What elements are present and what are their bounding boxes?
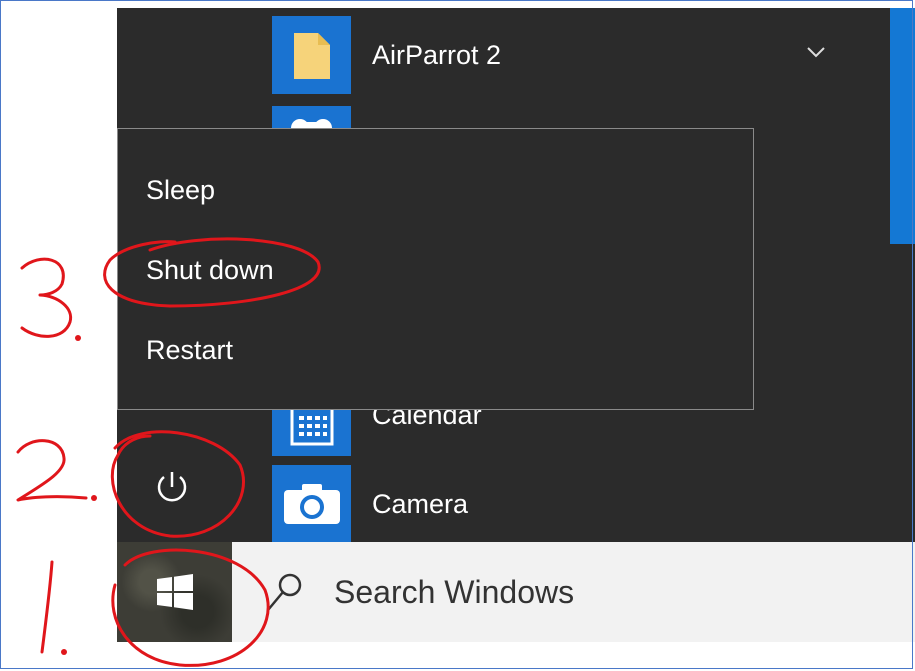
live-tile[interactable]	[890, 8, 915, 244]
chevron-down-icon[interactable]	[806, 45, 826, 59]
folder-icon	[272, 16, 351, 94]
app-label: Camera	[372, 488, 469, 519]
app-label: AirParrot 2	[372, 39, 502, 70]
menu-item-restart[interactable]: Restart	[146, 335, 233, 366]
search-box[interactable]: Search Windows	[232, 542, 915, 642]
app-item-camera[interactable]: Camera	[272, 465, 468, 543]
search-icon	[267, 573, 302, 611]
camera-icon	[272, 465, 351, 543]
power-options-menu: Sleep Shut down Restart	[117, 128, 754, 410]
start-button[interactable]	[117, 542, 232, 642]
power-icon	[157, 472, 187, 502]
power-button[interactable]	[117, 440, 227, 534]
search-input-placeholder: Search Windows	[334, 573, 575, 610]
app-item-airparrot[interactable]: AirParrot 2	[272, 16, 501, 94]
windows-logo-icon	[156, 574, 193, 610]
menu-item-sleep[interactable]: Sleep	[146, 175, 215, 206]
menu-item-shut-down[interactable]: Shut down	[146, 255, 274, 286]
